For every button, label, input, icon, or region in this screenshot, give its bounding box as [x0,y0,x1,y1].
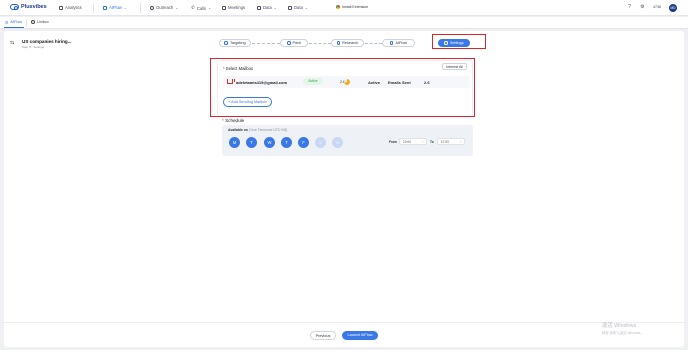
target-icon [224,41,228,45]
step-connector [309,43,331,44]
research-icon [336,41,341,45]
database-icon [288,5,292,10]
step-pitch[interactable]: Pitch [280,39,308,47]
install-extension-link[interactable]: Install Extension [336,5,368,9]
nav-outreach[interactable]: Outreach ⌄ [150,5,178,10]
back-arrow-icon[interactable]: ⇆ [10,40,14,46]
windows-activation-watermark: 激活 Windows 转到"设置"以激活 Windows。 [602,321,644,335]
launch-aiflow-button[interactable]: Launch AIFlow [342,331,378,340]
mailbox-highlight-box [210,58,475,117]
nav-meetings-label: Meetings [228,5,245,10]
chevron-down-icon: ⌄ [208,6,212,10]
tab-unibox[interactable]: Unibox [31,19,49,24]
chevron-down-icon: ⌄ [175,5,179,10]
install-extension-label: Install Extension [342,5,369,9]
gear-icon[interactable]: ⚙ [640,5,645,10]
nav-data[interactable]: Data ⌄ [257,5,277,10]
step-aiflow[interactable]: AIFlow [382,39,415,47]
logo-icon [10,4,19,10]
nav-data-2[interactable]: Data ⌄ [288,5,308,10]
chevron-down-icon: ⌄ [273,5,277,10]
chevron-down-icon: ⌄ [123,5,127,10]
available-on-text: Available on (Your Timezone UTC+08) [228,128,287,132]
nav-calls-label: Calls [196,5,207,11]
brand-name: Plusvibes [21,4,47,10]
help-icon[interactable]: ? [627,5,632,10]
schedule-box: Available on (Your Timezone UTC+08) M T … [222,125,473,156]
day-saturday-toggle[interactable]: S [315,137,326,148]
day-friday-toggle[interactable]: F [298,137,309,148]
nav-analytics-label: Analytics [65,5,82,10]
step-targeting-label: Targeting [229,41,246,45]
nav-data-2-label: Data [294,5,303,10]
step-research[interactable]: Research [331,39,364,47]
nav-calls[interactable]: ✆ Calls ⌄ [191,5,211,11]
tab-aiflow[interactable]: ☰ AIFlow [5,20,22,25]
nav-analytics[interactable]: Analytics [59,5,82,10]
database-icon [257,5,261,10]
outreach-icon [150,5,154,10]
watermark-line-1: 激活 Windows [602,323,637,329]
nav-data-label: Data [263,5,272,10]
to-time-select[interactable]: 17:00 [437,138,465,145]
phone-icon: ✆ [191,5,195,10]
step-connector [252,43,280,44]
step-targeting[interactable]: Targeting [219,39,251,47]
campaign-title: US companies hiring... [22,39,72,44]
calendar-icon [222,5,226,10]
day-thursday-toggle[interactable]: T [281,137,292,148]
step-pitch-label: Pitch [292,41,301,45]
inbox-icon [31,19,35,24]
flow-icon [389,41,394,45]
main-panel: ⇆ US companies hiring... Step 5 - Settin… [4,31,684,347]
top-navbar: Plusvibes Analytics AIFlow ⌄ Outreach ⌄ … [0,0,688,16]
pitch-icon [287,41,291,45]
flow-icon [103,5,107,10]
divider [93,3,94,13]
campaign-subtitle: Step 5 - Settings [22,45,45,49]
sub-tab-bar: ☰ AIFlow Unibox [0,17,688,29]
available-on-label: Available on [228,128,248,132]
brand-logo[interactable]: Plusvibes [10,4,47,10]
tab-aiflow-label: AIFlow [10,20,23,24]
active-tab-indicator [4,27,24,28]
nav-aiflow-label: AIFlow [109,5,122,10]
chart-icon [59,5,63,10]
day-wednesday-toggle[interactable]: W [264,137,275,148]
nav-outreach-label: Outreach [156,5,174,10]
nav-aiflow[interactable]: AIFlow ⌄ [103,5,127,10]
previous-button[interactable]: Previous [310,331,336,340]
menu-icon: ☰ [5,20,9,25]
watermark-line-2: 转到"设置"以激活 Windows。 [602,331,644,335]
timezone-label: (Your Timezone UTC+08) [248,128,288,132]
divider [26,19,27,27]
day-sunday-toggle[interactable]: S [332,137,343,148]
from-label: From [389,139,397,144]
chevron-down-icon: ⌄ [304,5,308,10]
day-monday-toggle[interactable]: M [229,137,240,148]
step-aiflow-label: AIFlow [395,41,408,45]
credits-count: 4736 [653,5,661,9]
settings-highlight-box [432,34,486,49]
step-connector [365,43,382,44]
day-tuesday-toggle[interactable]: T [246,137,257,148]
nav-meetings[interactable]: Meetings [222,5,245,10]
from-time-select[interactable]: 10:00 [399,138,427,145]
footer-divider [4,322,684,323]
chrome-icon [336,5,340,9]
tab-unibox-label: Unibox [37,19,49,24]
schedule-title-text: Schedule [225,118,245,123]
to-label: To [430,139,434,144]
step-research-label: Research [342,41,359,45]
avatar[interactable]: MD [669,3,677,12]
schedule-section-title: * Schedule [222,118,244,123]
divider [140,3,141,13]
